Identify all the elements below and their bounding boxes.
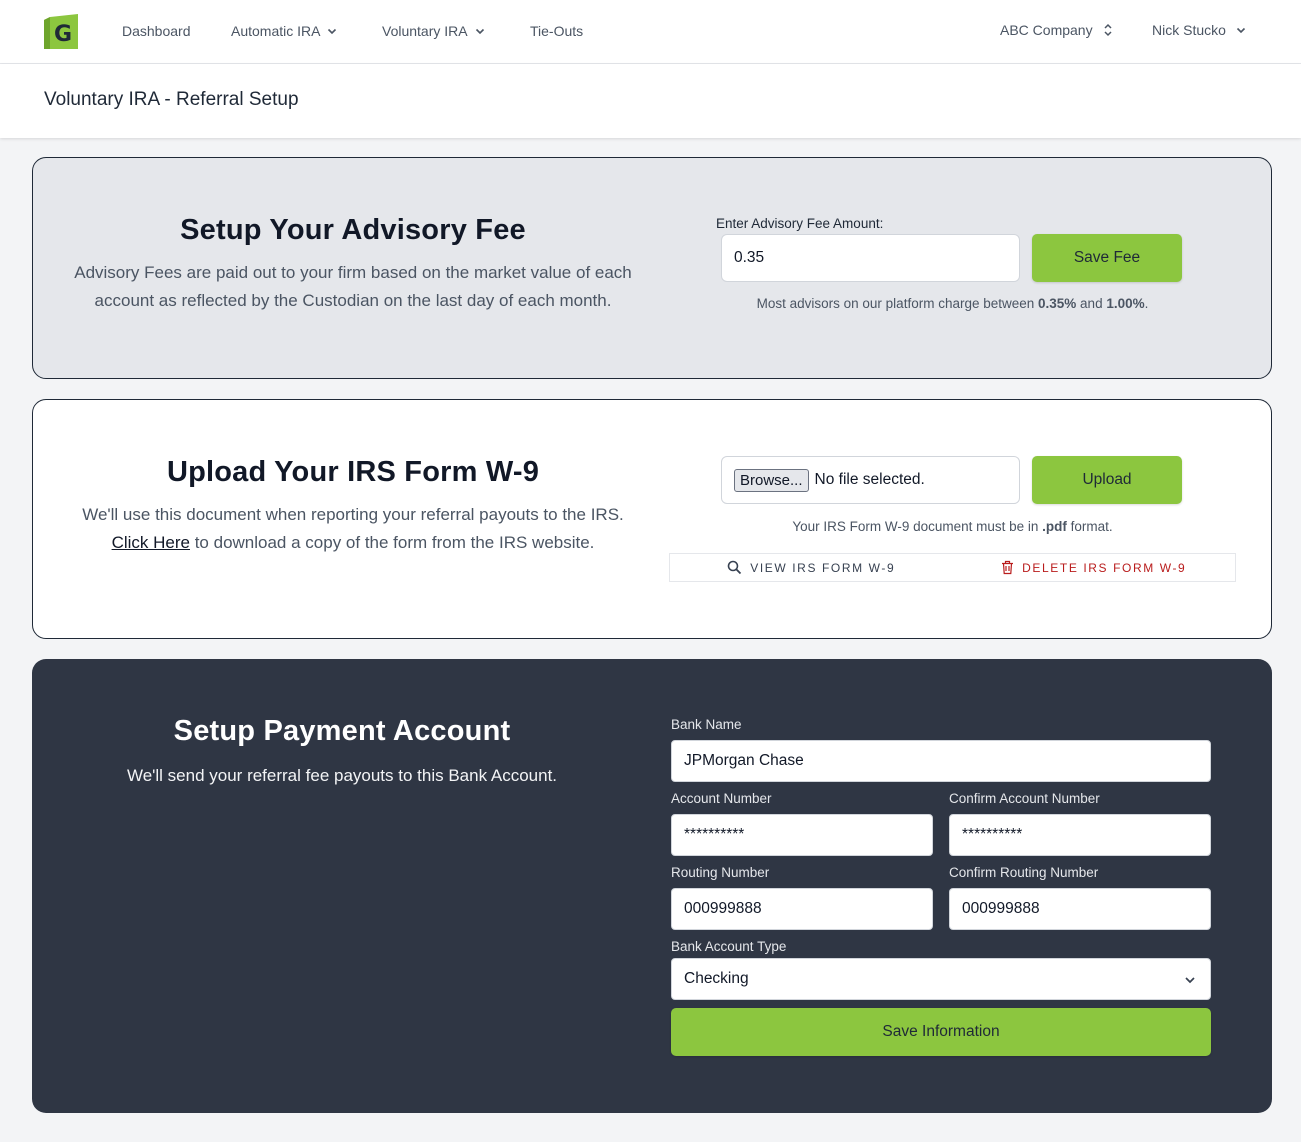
nav-dashboard-label: Dashboard xyxy=(122,23,191,39)
account-number-value: ********** xyxy=(684,826,745,843)
payment-intro: Setup Payment Account We'll send your re… xyxy=(32,715,652,790)
w9-description: We'll use this document when reporting y… xyxy=(33,501,673,557)
nav-automatic-ira-label: Automatic IRA xyxy=(231,23,321,39)
payment-account-card: Setup Payment Account We'll send your re… xyxy=(32,659,1272,1113)
logo-letter: G xyxy=(54,22,72,47)
advisory-fee-card: Setup Your Advisory Fee Advisory Fees ar… xyxy=(32,157,1272,379)
bank-account-type-select[interactable]: Checking xyxy=(671,958,1211,1000)
w9-action-bar: VIEW IRS FORM W-9 DELETE IRS FORM W-9 xyxy=(669,553,1236,582)
browse-button[interactable]: Browse... xyxy=(734,468,809,492)
advisory-fee-input[interactable]: 0.35 xyxy=(721,234,1020,282)
chevron-down-icon xyxy=(475,28,484,35)
company-name: ABC Company xyxy=(1000,22,1093,38)
routing-number-value: 000999888 xyxy=(684,900,762,917)
confirm-routing-number-label: Confirm Routing Number xyxy=(949,865,1099,880)
payment-description: We'll send your referral fee payouts to … xyxy=(126,766,558,785)
confirm-account-number-label: Confirm Account Number xyxy=(949,791,1100,806)
search-icon xyxy=(727,560,742,575)
chevron-down-icon xyxy=(1185,977,1195,984)
advisory-fee-hint: Most advisors on our platform charge bet… xyxy=(669,296,1236,311)
nav-voluntary-ira-label: Voluntary IRA xyxy=(382,23,468,39)
bank-name-input[interactable]: JPMorgan Chase xyxy=(671,740,1211,782)
trash-icon xyxy=(1002,560,1014,575)
file-status: No file selected. xyxy=(814,471,925,488)
nav-tie-outs[interactable]: Tie-Outs xyxy=(530,23,583,39)
w9-hint: Your IRS Form W-9 document must be in .p… xyxy=(669,519,1236,534)
nav-voluntary-ira[interactable]: Voluntary IRA xyxy=(382,23,485,39)
confirm-routing-number-value: 000999888 xyxy=(962,900,1040,917)
chevron-updown-icon xyxy=(1104,23,1112,37)
bank-account-type-label: Bank Account Type xyxy=(671,939,787,954)
bank-account-type-value: Checking xyxy=(684,970,749,987)
w9-desc-line2-rest: to download a copy of the form from the … xyxy=(189,533,595,552)
save-fee-button[interactable]: Save Fee xyxy=(1032,234,1182,282)
hint-text: Most advisors on our platform charge bet… xyxy=(756,296,1039,311)
hint-high-rate: 1.00% xyxy=(1106,296,1145,311)
bank-name-value: JPMorgan Chase xyxy=(684,752,804,769)
bank-name-label: Bank Name xyxy=(671,717,742,732)
hint-format: .pdf xyxy=(1042,519,1067,534)
delete-w9-label: DELETE IRS FORM W-9 xyxy=(1022,560,1187,575)
save-information-button[interactable]: Save Information xyxy=(671,1008,1211,1056)
account-number-input[interactable]: ********** xyxy=(671,814,933,856)
nav-tie-outs-label: Tie-Outs xyxy=(530,23,584,39)
advisory-fee-label: Enter Advisory Fee Amount: xyxy=(716,216,884,231)
w9-desc-line1: We'll use this document when reporting y… xyxy=(82,505,624,524)
logo-icon[interactable]: G xyxy=(44,14,78,49)
w9-intro: Upload Your IRS Form W-9 We'll use this … xyxy=(33,456,673,557)
view-w9-label: VIEW IRS FORM W-9 xyxy=(750,560,896,575)
user-menu[interactable]: Nick Stucko xyxy=(1152,22,1246,38)
file-input[interactable]: Browse... No file selected. xyxy=(721,456,1020,504)
upload-button[interactable]: Upload xyxy=(1032,456,1182,504)
routing-number-input[interactable]: 000999888 xyxy=(671,888,933,930)
chevron-down-icon xyxy=(1236,27,1245,34)
nav-dashboard[interactable]: Dashboard xyxy=(122,23,191,39)
w9-title: Upload Your IRS Form W-9 xyxy=(166,456,540,488)
confirm-routing-number-input[interactable]: 000999888 xyxy=(949,888,1211,930)
advisory-fee-desc-line2: account as reflected by the Custodian on… xyxy=(94,291,612,310)
advisory-fee-description: Advisory Fees are paid out to your firm … xyxy=(33,259,673,315)
w9-upload-card: Upload Your IRS Form W-9 We'll use this … xyxy=(32,399,1272,639)
chevron-down-icon xyxy=(328,28,337,35)
nav-automatic-ira[interactable]: Automatic IRA xyxy=(231,23,337,39)
account-number-label: Account Number xyxy=(671,791,772,806)
company-switcher[interactable]: ABC Company xyxy=(1000,22,1113,38)
page-header: Voluntary IRA - Referral Setup xyxy=(0,64,1301,138)
user-name: Nick Stucko xyxy=(1152,22,1226,38)
page-title: Voluntary IRA - Referral Setup xyxy=(44,89,299,110)
routing-number-label: Routing Number xyxy=(671,865,770,880)
hint-low-rate: 0.35% xyxy=(1038,296,1077,311)
hint-text: . xyxy=(1144,296,1149,311)
hint-text: Your IRS Form W-9 document must be in xyxy=(792,519,1043,534)
irs-download-link[interactable]: Click Here xyxy=(112,533,190,552)
hint-text: format. xyxy=(1066,519,1113,534)
advisory-fee-desc-line1: Advisory Fees are paid out to your firm … xyxy=(74,263,632,282)
view-w9-button[interactable]: VIEW IRS FORM W-9 xyxy=(670,554,953,581)
confirm-account-number-value: ********** xyxy=(962,826,1023,843)
payment-title: Setup Payment Account xyxy=(173,715,511,747)
advisory-fee-intro: Setup Your Advisory Fee Advisory Fees ar… xyxy=(33,214,673,315)
advisory-fee-value: 0.35 xyxy=(734,249,765,266)
hint-text: and xyxy=(1076,296,1107,311)
w9-desc-line2: Click Here to download a copy of the for… xyxy=(33,529,673,557)
top-navbar: G Dashboard Automatic IRA Voluntary IRA … xyxy=(0,0,1301,64)
confirm-account-number-input[interactable]: ********** xyxy=(949,814,1211,856)
advisory-fee-title: Setup Your Advisory Fee xyxy=(180,214,526,246)
delete-w9-button[interactable]: DELETE IRS FORM W-9 xyxy=(953,554,1236,581)
